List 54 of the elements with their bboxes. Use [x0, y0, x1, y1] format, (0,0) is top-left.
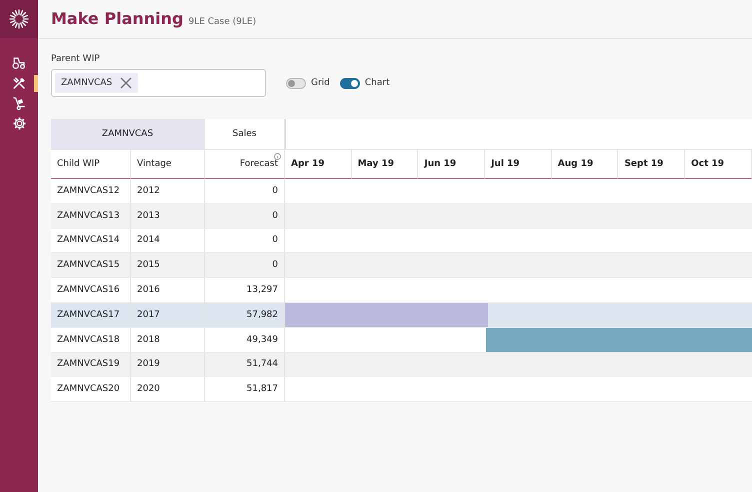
table-cell: 51,817	[205, 377, 285, 402]
table-cell: ZAMNVCAS14	[51, 228, 131, 254]
settings-icon	[12, 116, 26, 131]
table-cell: 49,349	[205, 328, 285, 353]
column-header[interactable]: Vintage	[131, 149, 205, 179]
table-cell: 2019	[131, 352, 205, 378]
chip-label: ZAMNVCAS	[61, 78, 112, 88]
table-cell: 0	[205, 253, 285, 278]
table-cell: ZAMNVCAS16	[51, 278, 131, 303]
column-header[interactable]: Forecast	[205, 149, 285, 179]
page-title: Make Planning	[51, 9, 184, 28]
table-cell: 57,982	[205, 302, 285, 328]
column-header: Jul 19	[485, 149, 552, 179]
table-cell: 2018	[131, 328, 205, 353]
toggle-label: Grid	[311, 78, 330, 88]
table-cell: 0	[205, 179, 285, 204]
table-cell: 2013	[131, 204, 205, 229]
logo-icon	[9, 9, 29, 29]
table-cell: ZAMNVCAS12	[51, 179, 131, 204]
column-header: Sept 19	[618, 149, 686, 179]
table-cell: 13,297	[205, 278, 285, 303]
column-group-tab[interactable]: ZAMNVCAS	[51, 119, 205, 149]
info-icon[interactable]	[274, 153, 281, 160]
tractor-icon	[12, 56, 26, 71]
table-cell: 2017	[131, 302, 205, 328]
table-cell: 2014	[131, 228, 205, 254]
hand-truck-icon	[12, 96, 26, 111]
toggle-label: Chart	[364, 78, 390, 88]
column-header: Aug 19	[552, 149, 618, 179]
column-header: Oct 19	[685, 149, 752, 179]
column-header: Apr 19	[285, 149, 352, 179]
table-cell: ZAMNVCAS18	[51, 328, 131, 353]
table-cell: ZAMNVCAS19	[51, 352, 131, 378]
table-cell: ZAMNVCAS15	[51, 253, 131, 278]
toggle-switch[interactable]	[286, 78, 306, 88]
column-header: May 19	[352, 149, 418, 179]
table-cell: ZAMNVCAS20	[51, 377, 131, 402]
table-cell: ZAMNVCAS17	[51, 302, 131, 328]
table-cell: 2016	[131, 278, 205, 303]
parent-wip-field[interactable]: ZAMNVCAS	[51, 69, 266, 97]
toggle-switch[interactable]	[340, 78, 360, 88]
table-cell: 2015	[131, 253, 205, 278]
page-subtitle: 9LE Case (9LE)	[188, 17, 256, 27]
field-label: Parent WIP	[51, 54, 101, 64]
column-header[interactable]: Child WIP	[51, 149, 131, 179]
column-header: Jun 19	[418, 149, 486, 179]
table-cell: 2012	[131, 179, 205, 204]
table-cell: ZAMNVCAS13	[51, 204, 131, 229]
table-cell: 51,744	[205, 352, 285, 378]
table-cell: 0	[205, 204, 285, 229]
close-icon[interactable]	[120, 77, 132, 89]
table-cell: 2020	[131, 377, 205, 402]
tools-icon	[12, 76, 26, 91]
table-cell: 0	[205, 228, 285, 254]
